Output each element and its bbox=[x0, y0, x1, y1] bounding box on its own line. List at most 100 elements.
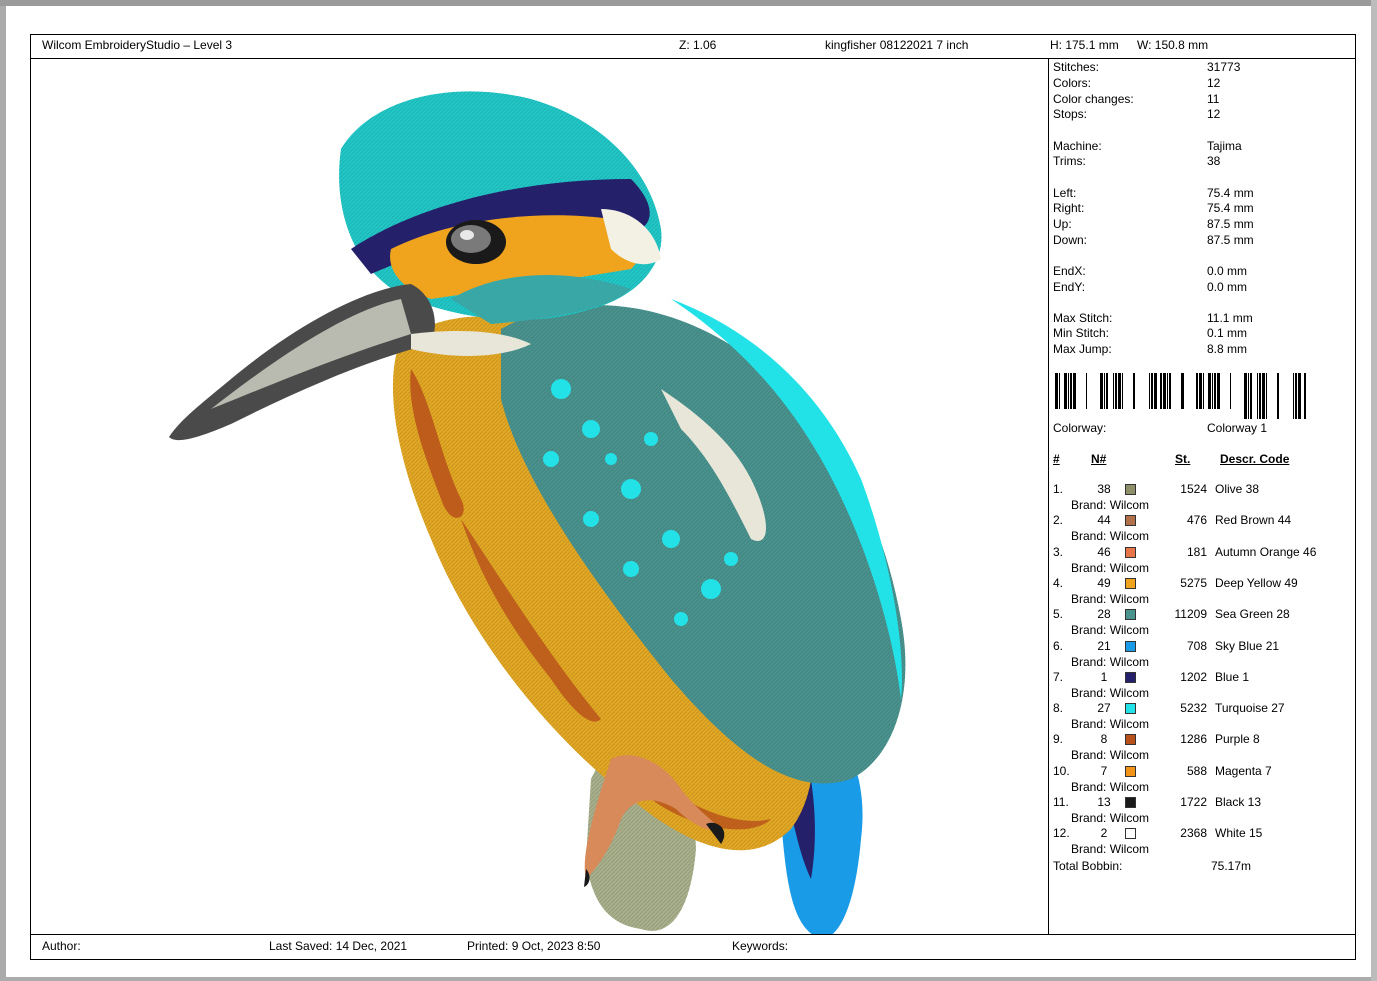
thread-color-swatch bbox=[1125, 703, 1136, 715]
barcode-bar bbox=[1118, 373, 1121, 409]
barcode-bar bbox=[1133, 373, 1135, 409]
thread-description: Magenta 7 bbox=[1215, 763, 1272, 778]
barcode-bar bbox=[1151, 373, 1153, 409]
barcode-bar bbox=[1070, 373, 1072, 409]
barcode-bar bbox=[1293, 373, 1294, 419]
trims-value: 38 bbox=[1207, 154, 1221, 168]
total-bobbin-label: Total Bobbin: bbox=[1053, 859, 1123, 873]
barcode-bar bbox=[1055, 373, 1058, 409]
col-header-n: N# bbox=[1091, 452, 1107, 466]
thread-brand: Brand: Wilcom bbox=[1071, 685, 1150, 700]
app-title: Wilcom EmbroideryStudio – Level 3 bbox=[42, 38, 233, 52]
max-jump-label: Max Jump: bbox=[1053, 342, 1112, 356]
thread-number: 13 bbox=[1097, 795, 1111, 809]
thread-number: 2 bbox=[1100, 826, 1108, 841]
thread-color-swatch bbox=[1125, 828, 1136, 840]
thread-description: Sea Green 28 bbox=[1215, 607, 1290, 622]
thread-stitch-count: 2368 bbox=[1180, 826, 1207, 841]
barcode-bar bbox=[1208, 373, 1211, 409]
color-changes-label: Color changes: bbox=[1053, 92, 1134, 106]
thread-color-swatch bbox=[1125, 577, 1136, 589]
thread-brand: Brand: Wilcom bbox=[1071, 654, 1150, 669]
thread-brand: Brand: Wilcom bbox=[1071, 748, 1150, 763]
right-value: 75.4 mm bbox=[1207, 201, 1254, 215]
barcode-bar bbox=[1203, 373, 1204, 409]
design-preview bbox=[31, 59, 1048, 939]
machine-value: Tajima bbox=[1207, 139, 1242, 153]
last-saved: Last Saved: 14 Dec, 2021 bbox=[269, 939, 408, 953]
thread-index: 1. bbox=[1053, 482, 1064, 496]
left-value: 75.4 mm bbox=[1207, 186, 1254, 200]
thread-stitch-count: 181 bbox=[1186, 544, 1207, 559]
barcode-bar bbox=[1196, 373, 1198, 409]
thread-stitch-count: 5275 bbox=[1180, 575, 1207, 590]
thread-stitch-count: 1286 bbox=[1180, 732, 1207, 747]
thread-stitch-count: 5232 bbox=[1180, 701, 1207, 716]
thread-brand: Brand: Wilcom bbox=[1071, 717, 1150, 732]
thread-stitch-count: 588 bbox=[1186, 763, 1207, 778]
thread-color-swatch bbox=[1125, 546, 1136, 558]
thread-color-swatch bbox=[1125, 515, 1136, 527]
min-stitch-value: 0.1 mm bbox=[1207, 326, 1248, 340]
thread-description: Olive 38 bbox=[1215, 482, 1260, 496]
barcode-bar bbox=[1304, 373, 1306, 419]
zoom-level: Z: 1.06 bbox=[679, 38, 717, 52]
thread-brand: Brand: Wilcom bbox=[1071, 591, 1150, 606]
thread-color-swatch bbox=[1125, 765, 1136, 777]
barcode-bar bbox=[1230, 373, 1231, 409]
colorway-value: Colorway 1 bbox=[1207, 421, 1268, 435]
left-label: Left: bbox=[1053, 186, 1077, 200]
barcode-bar bbox=[1248, 373, 1249, 419]
colorway-label: Colorway: bbox=[1053, 421, 1107, 435]
panel-divider bbox=[1048, 59, 1049, 935]
up-value: 87.5 mm bbox=[1207, 217, 1254, 231]
barcode-bar bbox=[1163, 373, 1166, 409]
col-header-st: St. bbox=[1175, 452, 1191, 466]
keywords-label: Keywords: bbox=[732, 939, 789, 953]
thread-stitch-count: 1524 bbox=[1180, 482, 1207, 496]
author-label: Author: bbox=[42, 939, 81, 953]
design-name: kingfisher 08122021 7 inch bbox=[825, 38, 969, 52]
thread-color-swatch bbox=[1125, 640, 1136, 652]
barcode-bar bbox=[1113, 373, 1114, 409]
design-height: H: 175.1 mm bbox=[1050, 38, 1119, 52]
thread-description: Purple 8 bbox=[1215, 732, 1260, 747]
print-preview-sheet: Wilcom EmbroideryStudio – Level 3 Z: 1.0… bbox=[6, 6, 1372, 977]
barcode-bar bbox=[1068, 373, 1069, 409]
barcode-bar bbox=[1064, 373, 1067, 409]
design-info-panel: Stitches: 31773 Colors: 12 Color changes… bbox=[1053, 59, 1353, 935]
thread-brand: Brand: Wilcom bbox=[1071, 811, 1150, 825]
barcode-bar bbox=[1104, 373, 1105, 409]
barcode-bar bbox=[1106, 373, 1108, 409]
barcode-bar bbox=[1160, 373, 1162, 409]
barcode-bar bbox=[1250, 373, 1252, 419]
thread-index: 6. bbox=[1053, 638, 1064, 653]
barcode bbox=[1055, 373, 1306, 419]
window-right-edge bbox=[1371, 0, 1377, 981]
barcode-bar bbox=[1262, 373, 1265, 419]
endy-label: EndY: bbox=[1053, 280, 1086, 294]
thread-brand: Brand: Wilcom bbox=[1071, 529, 1150, 544]
printed-date: Printed: 9 Oct, 2023 8:50 bbox=[467, 939, 601, 953]
thread-stitch-count: 1722 bbox=[1180, 795, 1207, 809]
colors-value: 12 bbox=[1207, 76, 1221, 90]
barcode-bar bbox=[1181, 373, 1184, 409]
thread-number: 1 bbox=[1100, 669, 1108, 684]
thread-description: Red Brown 44 bbox=[1215, 513, 1292, 528]
thread-color-swatch bbox=[1125, 671, 1136, 683]
thread-brand: Brand: Wilcom bbox=[1071, 779, 1150, 794]
barcode-bar bbox=[1266, 373, 1267, 419]
down-label: Down: bbox=[1053, 233, 1088, 247]
thread-description: Autumn Orange 46 bbox=[1215, 544, 1317, 559]
barcode-bar bbox=[1199, 373, 1202, 409]
barcode-bar bbox=[1149, 373, 1150, 409]
thread-number: 8 bbox=[1100, 732, 1108, 747]
barcode-bar bbox=[1154, 373, 1157, 409]
barcode-bar bbox=[1244, 373, 1247, 419]
thread-index: 2. bbox=[1053, 513, 1064, 528]
thread-index: 11. bbox=[1053, 795, 1069, 809]
max-stitch-label: Max Stitch: bbox=[1053, 311, 1113, 325]
thread-stitch-count: 1202 bbox=[1180, 669, 1207, 684]
thread-number: 46 bbox=[1097, 544, 1111, 559]
up-label: Up: bbox=[1053, 217, 1072, 231]
